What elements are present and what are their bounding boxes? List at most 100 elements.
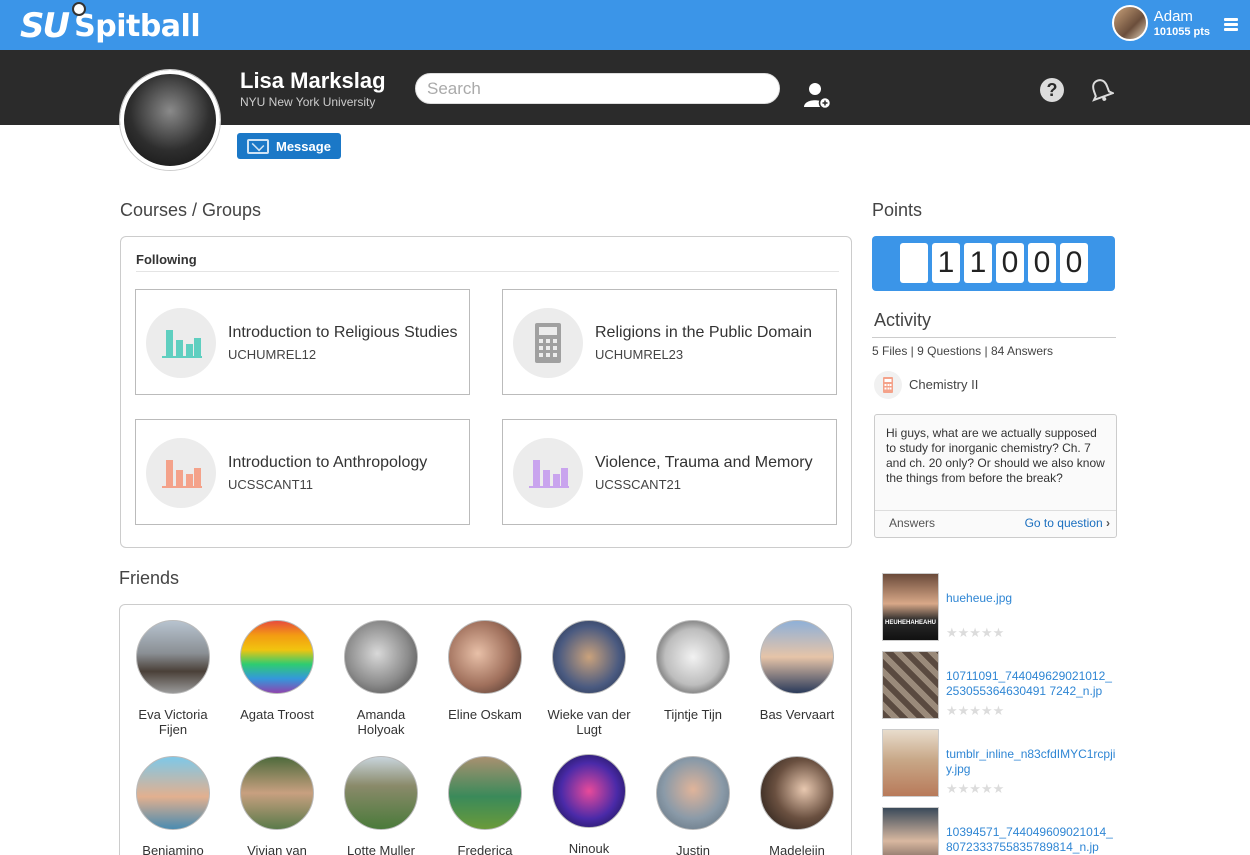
user-points: 101055 pts (1153, 26, 1210, 38)
points-digit: 0 (1028, 243, 1056, 283)
course-card[interactable]: Introduction to Religious Studies UCHUMR… (135, 289, 470, 395)
friend-item[interactable]: Agata Troost (229, 620, 325, 722)
friends-panel: Eva Victoria Fijen Agata Troost Amanda H… (119, 604, 852, 855)
friend-item[interactable]: Madeleijn (749, 756, 845, 855)
points-digit: 1 (964, 243, 992, 283)
user-avatar[interactable] (1111, 5, 1148, 41)
bar-chart-icon (146, 438, 216, 508)
course-name: Introduction to Religious Studies (228, 324, 458, 341)
friend-name: Ninouk (568, 841, 610, 855)
points-section-title: Points (872, 200, 923, 220)
friend-item[interactable]: Wieke van der Lugt (541, 620, 637, 737)
friend-name: Wieke van der Lugt (547, 707, 631, 737)
file-item[interactable]: tumblr_inline_n83cfdIMYC1rcpjiy.jpg ★★★★… (882, 729, 1122, 797)
user-menu[interactable]: Adam 101055 pts (1111, 5, 1210, 41)
logo-text: Spitball (74, 8, 201, 44)
friend-name: Beniamino (142, 843, 204, 855)
top-navbar: SU Spitball Adam 101055 pts (0, 0, 1250, 50)
divider (875, 510, 1116, 511)
envelope-icon (247, 138, 269, 154)
friend-item[interactable]: Ninouk (541, 754, 637, 855)
message-button-label: Message (276, 138, 331, 154)
divider (136, 271, 839, 272)
file-name-link[interactable]: tumblr_inline_n83cfdIMYC1rcpjiy.jpg (946, 747, 1118, 777)
friend-item[interactable]: Eva Victoria Fijen (125, 620, 221, 737)
course-card[interactable]: Introduction to Anthropology UCSSCANT11 (135, 419, 470, 525)
following-label: Following (136, 252, 197, 267)
friend-name: Vivian van (247, 843, 307, 855)
friend-name: Frederica (457, 843, 513, 855)
friend-avatar (448, 620, 522, 694)
hamburger-menu-icon[interactable] (1224, 18, 1238, 32)
friend-item[interactable]: Frederica (437, 756, 533, 855)
friend-name: Madeleijn (769, 843, 825, 855)
friend-name: Amanda Holyoak (356, 707, 406, 737)
file-thumbnail[interactable] (882, 807, 939, 855)
friend-item[interactable]: Lotte Muller (333, 756, 429, 855)
course-card[interactable]: Religions in the Public Domain UCHUMREL2… (502, 289, 837, 395)
points-counter: 1 1 0 0 0 (872, 236, 1115, 291)
course-code: UCSSCANT21 (595, 477, 681, 492)
friend-name: Eline Oskam (448, 707, 522, 722)
file-name-link[interactable]: 10711091_744049629021012_253055364630491… (946, 669, 1118, 699)
friend-item[interactable]: Justin (645, 756, 741, 855)
friend-item[interactable]: Eline Oskam (437, 620, 533, 722)
course-name: Introduction to Anthropology (228, 454, 428, 471)
course-card[interactable]: Violence, Trauma and Memory UCSSCANT21 (502, 419, 837, 525)
friend-name: Eva Victoria Fijen (138, 707, 208, 737)
rating-stars[interactable]: ★★★★★ (946, 625, 1004, 641)
file-item[interactable]: 10711091_744049629021012_253055364630491… (882, 651, 1122, 719)
message-button[interactable]: Message (237, 133, 341, 159)
file-name-link[interactable]: hueheue.jpg (946, 591, 1118, 606)
course-name: Religions in the Public Domain (595, 324, 812, 341)
help-icon[interactable]: ? (1040, 78, 1064, 102)
friend-item[interactable]: Vivian van (229, 756, 325, 855)
friend-name: Justin (676, 843, 710, 855)
search-input[interactable] (415, 73, 780, 104)
course-code: UCHUMREL12 (228, 347, 317, 362)
bell-icon[interactable] (1088, 77, 1114, 103)
friend-avatar (760, 756, 834, 830)
spitball-logo[interactable]: SU Spitball (20, 2, 201, 46)
friend-avatar (136, 756, 210, 830)
friend-avatar (552, 620, 626, 694)
friend-item[interactable]: Beniamino (125, 756, 221, 855)
thumb-caption: HEUHEHAHEAHU (884, 620, 936, 626)
rating-stars[interactable]: ★★★★★ (946, 703, 1004, 719)
file-thumbnail[interactable]: HEUHEHAHEAHU (882, 573, 939, 641)
friend-avatar (448, 756, 522, 830)
question-text: Hi guys, what are we actually supposed t… (886, 426, 1105, 485)
add-user-icon[interactable] (803, 80, 833, 110)
points-digit: 0 (1060, 243, 1088, 283)
friend-avatar (760, 620, 834, 694)
friend-avatar (240, 756, 314, 830)
go-to-question-link[interactable]: Go to question › (1025, 516, 1110, 530)
friend-avatar (656, 620, 730, 694)
friend-avatar (552, 754, 626, 828)
friend-item[interactable]: Tijntje Tijn (645, 620, 741, 722)
friend-avatar (656, 756, 730, 830)
user-name: Adam (1153, 8, 1193, 25)
courses-section-title: Courses / Groups (120, 200, 262, 220)
profile-university: NYU New York University (240, 95, 376, 109)
friend-item[interactable]: Amanda Holyoak (333, 620, 429, 737)
bar-chart-icon (513, 438, 583, 508)
course-code: UCSSCANT11 (228, 477, 314, 492)
file-item[interactable]: 10394571_744049609021014_807233375583578… (882, 807, 1122, 855)
activity-course-name[interactable]: Chemistry II (909, 377, 978, 392)
file-thumbnail[interactable] (882, 729, 939, 797)
friend-item[interactable]: Bas Vervaart (749, 620, 845, 722)
friends-section-title: Friends (119, 568, 180, 588)
file-item[interactable]: HEUHEHAHEAHU hueheue.jpg ★★★★★ (882, 573, 1122, 641)
friend-name: Lotte Muller (347, 843, 415, 855)
friend-name: Bas Vervaart (759, 707, 835, 722)
file-name-link[interactable]: 10394571_744049609021014_807233375583578… (946, 825, 1118, 855)
friend-name: Tijntje Tijn (663, 707, 723, 722)
course-name: Violence, Trauma and Memory (595, 454, 813, 471)
file-thumbnail[interactable] (882, 651, 939, 719)
activity-stats: 5 Files | 9 Questions | 84 Answers (872, 344, 1053, 358)
rating-stars[interactable]: ★★★★★ (946, 781, 1004, 797)
course-code: UCHUMREL23 (595, 347, 684, 362)
profile-name: Lisa Markslag (240, 68, 386, 93)
calculator-icon (513, 308, 583, 378)
